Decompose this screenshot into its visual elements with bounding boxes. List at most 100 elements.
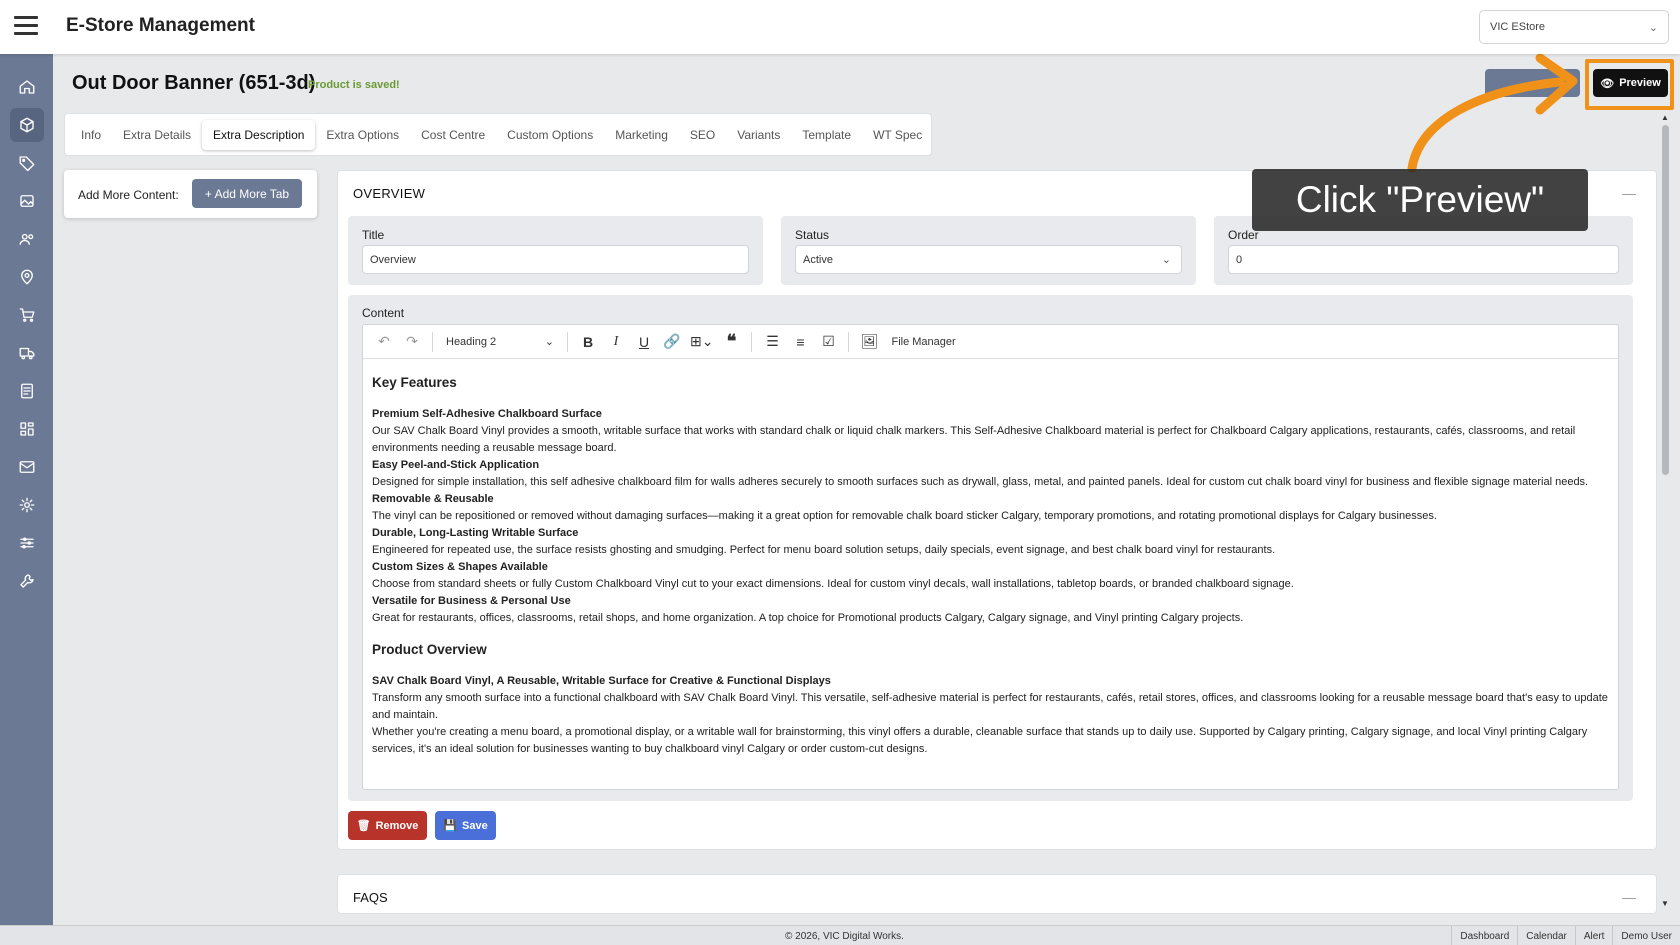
- content-field-group: Content ↶ ↷ Heading 2 ⌄ B I U 🔗 ⊞⌄ ❝ ☰ ≡: [348, 295, 1633, 801]
- footer-link-calendar[interactable]: Calendar: [1517, 926, 1575, 945]
- feature-text: Designed for simple installation, this s…: [372, 476, 1589, 488]
- top-bar: E-Store Management VIC EStore ⌄: [0, 0, 1680, 54]
- collapse-icon[interactable]: —: [1622, 185, 1636, 201]
- bold-icon[interactable]: B: [575, 329, 601, 355]
- tab-wt-spec[interactable]: WT Spec: [862, 120, 933, 150]
- tab-cost-centre[interactable]: Cost Centre: [410, 120, 496, 150]
- tab-template[interactable]: Template: [791, 120, 862, 150]
- hamburger-menu-icon[interactable]: [14, 16, 38, 36]
- overview-card: OVERVIEW — Title Overview Status Active …: [337, 170, 1657, 850]
- add-more-tab-button[interactable]: + Add More Tab: [192, 179, 302, 208]
- app-title: E-Store Management: [66, 15, 255, 36]
- feature-title: Durable, Long-Lasting Writable Surface: [372, 527, 579, 539]
- title-field-group: Title Overview: [348, 216, 763, 285]
- todo-list-icon[interactable]: ☑: [815, 329, 841, 355]
- scroll-up-arrow-icon[interactable]: ▲: [1661, 113, 1669, 122]
- floppy-disk-icon: 💾: [443, 820, 457, 832]
- collapse-icon[interactable]: —: [1622, 889, 1636, 905]
- bulleted-list-icon[interactable]: ☰: [759, 329, 785, 355]
- feature-title: Versatile for Business & Personal Use: [372, 595, 571, 607]
- save-button[interactable]: 💾 Save: [435, 811, 496, 840]
- overview-subtitle: SAV Chalk Board Vinyl, A Reusable, Writa…: [372, 675, 831, 687]
- cart-icon[interactable]: [10, 298, 44, 332]
- tab-variants[interactable]: Variants: [726, 120, 791, 150]
- italic-icon[interactable]: I: [603, 329, 629, 355]
- copyright-text: © 2026, VIC Digital Works.: [785, 931, 904, 942]
- save-label: Save: [462, 819, 488, 832]
- status-field-group: Status Active ⌄: [781, 216, 1196, 285]
- footer-links: Dashboard Calendar Alert Demo User: [1451, 926, 1680, 945]
- editor-content: Key Features Premium Self-Adhesive Chalk…: [363, 359, 1618, 758]
- chevron-down-icon: ⌄: [544, 336, 554, 348]
- page-scrollbar[interactable]: ▲ ▼: [1660, 113, 1670, 908]
- add-content-panel: Add More Content: + Add More Tab: [64, 170, 317, 218]
- title-label: Title: [362, 228, 385, 242]
- overview-paragraph: Whether you're creating a menu board, a …: [372, 726, 1588, 755]
- store-select[interactable]: VIC EStore ⌄: [1479, 10, 1669, 44]
- heading-select[interactable]: Heading 2 ⌄: [440, 329, 560, 355]
- page-title: Out Door Banner (651-3d): [72, 72, 316, 94]
- dashboard-grid-icon[interactable]: [10, 412, 44, 446]
- file-manager-button[interactable]: File Manager: [888, 329, 958, 355]
- footer-link-dashboard[interactable]: Dashboard: [1451, 926, 1517, 945]
- product-overview-heading: Product Overview: [372, 642, 487, 657]
- underline-icon[interactable]: U: [631, 329, 657, 355]
- sidebar: [0, 54, 53, 925]
- callout-arrow-icon: [1407, 53, 1578, 173]
- tab-seo[interactable]: SEO: [679, 120, 726, 150]
- remove-button[interactable]: 🗑 Remove: [348, 811, 427, 840]
- store-select-value: VIC EStore: [1490, 21, 1546, 33]
- feature-text: Choose from standard sheets or fully Cus…: [372, 578, 1294, 590]
- feature-title: Premium Self-Adhesive Chalkboard Surface: [372, 408, 602, 420]
- feature-text: The vinyl can be repositioned or removed…: [372, 510, 1437, 522]
- footer: © 2026, VIC Digital Works. Dashboard Cal…: [0, 925, 1680, 945]
- gallery-icon[interactable]: [10, 184, 44, 218]
- remove-label: Remove: [375, 819, 419, 832]
- users-icon[interactable]: [10, 222, 44, 256]
- wrench-icon[interactable]: [10, 564, 44, 598]
- footer-link-demo-user[interactable]: Demo User: [1612, 926, 1680, 945]
- table-icon[interactable]: ⊞⌄: [687, 329, 716, 355]
- order-input[interactable]: 0: [1228, 245, 1619, 274]
- overview-card-title: OVERVIEW: [353, 186, 426, 201]
- feature-text: Great for restaurants, offices, classroo…: [372, 612, 1244, 624]
- link-icon[interactable]: 🔗: [659, 329, 685, 355]
- faqs-card: FAQS —: [337, 874, 1657, 914]
- tab-marketing[interactable]: Marketing: [604, 120, 679, 150]
- status-select[interactable]: Active ⌄: [795, 245, 1182, 274]
- home-icon[interactable]: [10, 70, 44, 104]
- tutorial-callout: Click "Preview": [1252, 169, 1588, 231]
- delivery-truck-icon[interactable]: [10, 336, 44, 370]
- content-label: Content: [362, 306, 405, 320]
- tag-icon[interactable]: [10, 146, 44, 180]
- feature-title: Easy Peel-and-Stick Application: [372, 459, 540, 471]
- sliders-icon[interactable]: [10, 526, 44, 560]
- numbered-list-icon[interactable]: ≡: [787, 329, 813, 355]
- mail-icon[interactable]: [10, 450, 44, 484]
- tab-extra-description[interactable]: Extra Description: [202, 119, 316, 150]
- rich-text-editor[interactable]: ↶ ↷ Heading 2 ⌄ B I U 🔗 ⊞⌄ ❝ ☰ ≡ ☑ 🖼 Fil…: [362, 324, 1619, 790]
- tab-info[interactable]: Info: [70, 120, 112, 150]
- scroll-thumb[interactable]: [1662, 125, 1669, 475]
- footer-link-alert[interactable]: Alert: [1574, 926, 1613, 945]
- title-input[interactable]: Overview: [362, 245, 749, 274]
- feature-title: Removable & Reusable: [372, 493, 494, 505]
- redo-icon[interactable]: ↷: [399, 329, 425, 355]
- blockquote-icon[interactable]: ❝: [718, 329, 744, 355]
- key-features-heading: Key Features: [372, 375, 457, 390]
- undo-icon[interactable]: ↶: [371, 329, 397, 355]
- product-box-icon[interactable]: [10, 108, 44, 142]
- tab-extra-options[interactable]: Extra Options: [315, 120, 410, 150]
- scroll-down-arrow-icon[interactable]: ▼: [1661, 899, 1669, 908]
- chevron-down-icon: ⌄: [1648, 22, 1658, 34]
- trash-icon: 🗑: [356, 820, 371, 832]
- tab-extra-details[interactable]: Extra Details: [112, 120, 202, 150]
- location-pin-icon[interactable]: [10, 260, 44, 294]
- settings-gear-icon[interactable]: [10, 488, 44, 522]
- heading-select-value: Heading 2: [446, 335, 497, 348]
- insert-image-icon[interactable]: 🖼: [856, 329, 882, 355]
- document-icon[interactable]: [10, 374, 44, 408]
- tab-custom-options[interactable]: Custom Options: [496, 120, 604, 150]
- add-content-label: Add More Content:: [78, 188, 179, 202]
- feature-title: Custom Sizes & Shapes Available: [372, 561, 548, 573]
